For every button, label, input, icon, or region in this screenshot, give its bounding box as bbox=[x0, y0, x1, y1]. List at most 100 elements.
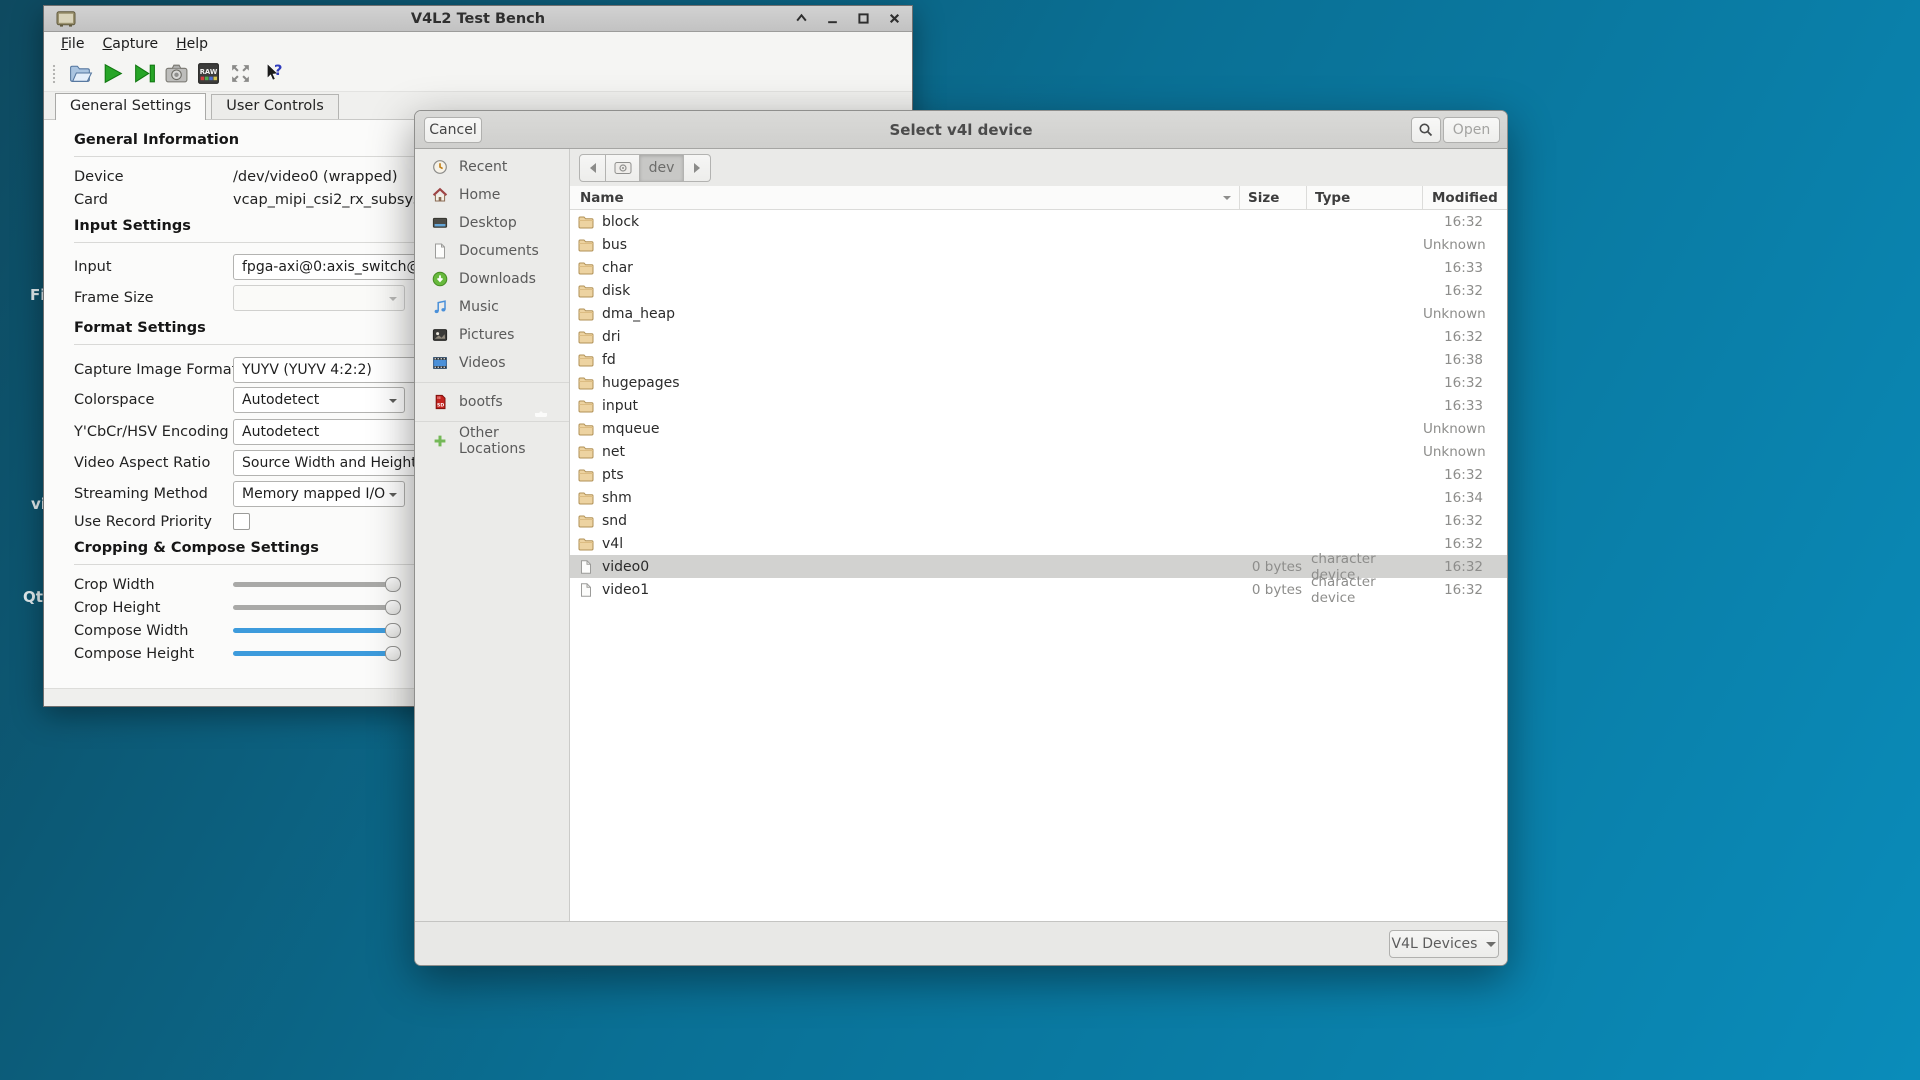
app-titlebar[interactable]: V4L2 Test Bench bbox=[44, 6, 912, 32]
sidebar-place-item[interactable]: Home bbox=[415, 181, 569, 209]
place-label: Documents bbox=[459, 243, 539, 259]
file-modified: 16:34 bbox=[1423, 490, 1507, 506]
dialog-headerbar[interactable]: Select v4l device Cancel Open bbox=[415, 111, 1507, 149]
menu-capture[interactable]: Capture bbox=[93, 34, 167, 54]
file-type-icon bbox=[578, 307, 594, 321]
file-row[interactable]: shm 16:34 bbox=[570, 486, 1507, 509]
file-name: hugepages bbox=[602, 375, 680, 391]
file-row[interactable]: mqueue Unknown bbox=[570, 417, 1507, 440]
sidebar-place-item[interactable]: Recent bbox=[415, 153, 569, 181]
slider-track bbox=[233, 582, 398, 587]
close-button[interactable] bbox=[887, 11, 902, 26]
drive-icon bbox=[614, 161, 632, 175]
sidebar-item-other-locations[interactable]: Other Locations bbox=[415, 427, 569, 455]
path-root-button[interactable] bbox=[606, 154, 640, 182]
fullscreen-button[interactable] bbox=[224, 59, 256, 89]
column-header-modified[interactable]: Modified bbox=[1423, 186, 1507, 209]
tab-general-settings[interactable]: General Settings bbox=[55, 93, 206, 120]
file-row[interactable]: bus Unknown bbox=[570, 233, 1507, 256]
toolbar-grip[interactable] bbox=[52, 64, 56, 84]
streaming-method-combobox[interactable]: Memory mapped I/O bbox=[233, 481, 405, 507]
file-row[interactable]: hugepages 16:32 bbox=[570, 371, 1507, 394]
slider[interactable] bbox=[233, 646, 401, 661]
start-capture-button[interactable] bbox=[96, 59, 128, 89]
maximize-button[interactable] bbox=[856, 11, 871, 26]
path-segment-dev[interactable]: dev bbox=[640, 154, 684, 182]
shade-button[interactable] bbox=[794, 11, 809, 26]
file-name: bus bbox=[602, 237, 627, 253]
sidebar-place-item[interactable]: Pictures bbox=[415, 321, 569, 349]
slider[interactable] bbox=[233, 577, 401, 592]
sidebar-place-item[interactable]: Documents bbox=[415, 237, 569, 265]
sidebar-place-item[interactable]: Videos bbox=[415, 349, 569, 377]
dialog-title: Select v4l device bbox=[415, 111, 1507, 148]
open-button[interactable]: Open bbox=[1443, 117, 1500, 143]
sidebar-separator bbox=[415, 382, 569, 383]
menubar: File Capture Help bbox=[44, 32, 912, 56]
menu-file[interactable]: File bbox=[52, 34, 93, 54]
input-label: Input bbox=[74, 254, 112, 280]
colorspace-combobox[interactable]: Autodetect bbox=[233, 387, 405, 413]
sidebar-place-item[interactable]: Downloads bbox=[415, 265, 569, 293]
column-header-name[interactable]: Name bbox=[570, 186, 1240, 209]
filter-dropdown[interactable]: V4L Devices bbox=[1389, 930, 1499, 958]
file-list: block 16:32 bus Unknown bbox=[570, 210, 1507, 921]
file-type-icon bbox=[578, 261, 594, 275]
slider-thumb[interactable] bbox=[385, 577, 401, 592]
place-icon bbox=[432, 271, 448, 287]
record-priority-checkbox[interactable] bbox=[233, 513, 250, 530]
streaming-method-label: Streaming Method bbox=[74, 481, 208, 507]
menu-help[interactable]: Help bbox=[167, 34, 217, 54]
sidebar-item-bootfs[interactable]: SD bootfs bbox=[415, 388, 569, 416]
frame-size-combobox[interactable] bbox=[233, 285, 405, 311]
record-priority-label: Use Record Priority bbox=[74, 512, 212, 532]
file-row[interactable]: dma_heap Unknown bbox=[570, 302, 1507, 325]
file-name: fd bbox=[602, 352, 616, 368]
slider[interactable] bbox=[233, 623, 401, 638]
snapshot-button[interactable] bbox=[160, 59, 192, 89]
file-row[interactable]: net Unknown bbox=[570, 440, 1507, 463]
svg-text:?: ? bbox=[273, 62, 281, 79]
path-forward-button[interactable] bbox=[684, 154, 711, 182]
frame-size-label: Frame Size bbox=[74, 285, 154, 311]
card-value: vcap_mipi_csi2_rx_subsyst_ bbox=[233, 190, 434, 210]
card-label: Card bbox=[74, 190, 108, 210]
file-row[interactable]: snd 16:32 bbox=[570, 509, 1507, 532]
file-row[interactable]: pts 16:32 bbox=[570, 463, 1507, 486]
sidebar-place-item[interactable]: Music bbox=[415, 293, 569, 321]
file-row[interactable]: block 16:32 bbox=[570, 210, 1507, 233]
place-icon bbox=[432, 355, 448, 371]
column-header-size[interactable]: Size bbox=[1240, 186, 1307, 209]
cancel-button[interactable]: Cancel bbox=[424, 117, 482, 143]
sidebar-place-item[interactable]: Desktop bbox=[415, 209, 569, 237]
search-button[interactable] bbox=[1411, 117, 1441, 143]
file-name: dri bbox=[602, 329, 621, 345]
path-back-button[interactable] bbox=[579, 154, 606, 182]
open-file-button[interactable] bbox=[64, 59, 96, 89]
slider-thumb[interactable] bbox=[385, 600, 401, 615]
place-icon bbox=[432, 243, 448, 259]
file-name: net bbox=[602, 444, 625, 460]
column-header-type[interactable]: Type bbox=[1307, 186, 1423, 209]
step-frame-button[interactable] bbox=[128, 59, 160, 89]
file-row[interactable]: input 16:33 bbox=[570, 394, 1507, 417]
show-raw-button[interactable]: RAW bbox=[192, 59, 224, 89]
file-row[interactable]: fd 16:38 bbox=[570, 348, 1507, 371]
file-modified: Unknown bbox=[1423, 444, 1507, 460]
whats-this-button[interactable]: ? bbox=[256, 59, 288, 89]
file-name: pts bbox=[602, 467, 624, 483]
minimize-button[interactable] bbox=[825, 11, 840, 26]
file-row[interactable]: video1 0 bytes character device 16:32 bbox=[570, 578, 1507, 601]
slider[interactable] bbox=[233, 600, 401, 615]
file-row[interactable]: char 16:33 bbox=[570, 256, 1507, 279]
slider-thumb[interactable] bbox=[385, 646, 401, 661]
section-cropping-settings: Cropping & Compose Settings bbox=[74, 540, 319, 556]
file-type-icon bbox=[578, 353, 594, 367]
file-name: v4l bbox=[602, 536, 623, 552]
open-folder-icon bbox=[68, 61, 93, 86]
tab-user-controls[interactable]: User Controls bbox=[211, 94, 339, 119]
file-row[interactable]: disk 16:32 bbox=[570, 279, 1507, 302]
eject-icon[interactable] bbox=[534, 395, 548, 408]
slider-thumb[interactable] bbox=[385, 623, 401, 638]
file-row[interactable]: dri 16:32 bbox=[570, 325, 1507, 348]
